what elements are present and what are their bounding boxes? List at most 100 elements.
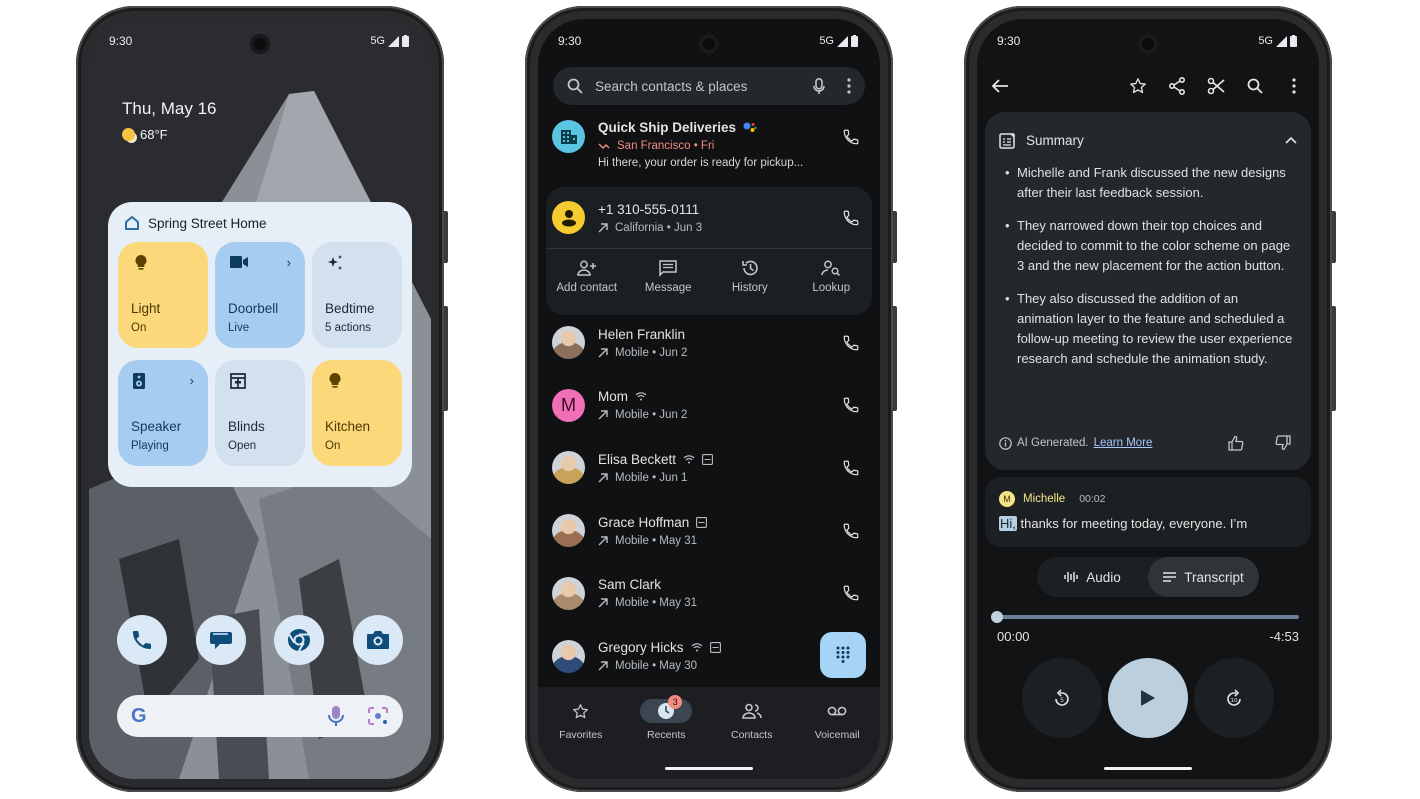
summary-header[interactable]: Summary [999,128,1297,152]
chevron-up-icon[interactable] [1285,136,1297,144]
tile-status: Live [228,322,250,334]
transcript-text[interactable]: Hi, thanks for meeting today, everyone. … [999,516,1297,531]
gesture-bar[interactable] [1104,767,1192,770]
battery-icon [1290,35,1297,47]
favorite-button[interactable] [1127,75,1149,97]
device-tile-doorbell[interactable]: › Doorbell Live [215,242,305,348]
action-label: Add contact [556,282,618,294]
call-log-item[interactable]: Gregory Hicks Mobile • May 30 [552,639,808,673]
contact-initial-avatar: M [552,388,585,422]
call-log-item[interactable]: Sam Clark Mobile • May 31 [552,576,866,610]
edit-cut-button[interactable] [1205,75,1227,97]
call-meta: Mobile • May 31 [615,534,698,547]
call-log-item[interactable]: M Mom Mobile • Jun 2 [552,388,866,422]
device-tile-bedtime[interactable]: Bedtime 5 actions [312,242,402,348]
summary-icon [999,132,1016,149]
chevron-right-icon[interactable]: › [287,255,291,270]
contact-search-bar[interactable]: Search contacts & places [553,67,865,105]
chevron-right-icon[interactable]: › [190,373,194,388]
sparkle-icon [326,254,344,272]
dialpad-button[interactable] [820,632,866,678]
action-lookup[interactable]: Lookup [791,259,871,294]
call-icon[interactable] [842,522,860,540]
device-tile-light[interactable]: Light On [118,242,208,348]
back-arrow-icon[interactable] [991,78,1009,94]
search-button[interactable] [1244,75,1266,97]
star-icon [572,703,589,720]
date-widget[interactable]: Thu, May 16 [122,99,217,119]
call-icon[interactable] [842,459,860,477]
outgoing-call-icon [598,473,608,483]
device-tile-kitchen[interactable]: Kitchen On [312,360,402,466]
contacts-icon [741,703,762,719]
home-control-widget: Spring Street Home Light On › Doorbell Live B… [108,202,412,487]
microphone-icon[interactable] [813,77,825,95]
messages-app[interactable] [195,615,246,665]
nav-favorites[interactable]: Favorites [546,699,616,741]
tile-label: Light [131,301,161,316]
microphone-icon[interactable] [327,705,345,727]
device-tile-blinds[interactable]: Blinds Open [215,360,305,466]
forward-button[interactable]: 10 [1194,658,1274,738]
thumbs-up-icon[interactable] [1228,435,1244,451]
playback-scrubber[interactable] [991,611,1299,623]
call-icon[interactable] [842,334,860,352]
action-history[interactable]: History [710,259,790,294]
phone-home-screen: 9:30 5G Thu, May 16 68°F Spring Street H… [76,6,448,792]
widget-header[interactable]: Spring Street Home [124,214,402,232]
call-icon[interactable] [842,396,860,414]
call-log-item[interactable]: Elisa Beckett Mobile • Jun 1 [552,451,866,485]
learn-more-link[interactable]: Learn More [1094,437,1153,449]
scrubber-handle[interactable] [991,611,1003,623]
phone-app[interactable] [117,615,167,665]
call-log-item[interactable]: Grace Hoffman Mobile • May 31 [552,514,866,548]
call-icon[interactable] [842,128,860,146]
google-search-bar[interactable]: G [117,695,403,737]
partly-sunny-icon [122,128,135,141]
rewind-button[interactable]: 5 [1022,658,1102,738]
volume-button [893,306,897,411]
more-options-button[interactable] [1283,75,1305,97]
call-icon[interactable] [842,584,860,602]
business-icon [560,129,577,144]
call-log-item-unknown[interactable]: +1 310-555-0111 California • Jun 3 [552,201,866,234]
bullet-dot: • [1005,218,1010,233]
missed-call-icon [598,143,610,150]
contact-name: Quick Ship Deliveries [598,120,737,135]
bullet-dot: • [1005,291,1010,306]
nav-voicemail[interactable]: Voicemail [802,699,872,741]
outgoing-call-icon [598,222,608,232]
lens-icon[interactable] [367,706,389,726]
bottom-navigation: Favorites 3 Recents Contacts Voicemail [538,687,880,779]
call-log-item[interactable]: Helen Franklin Mobile • Jun 2 [552,326,866,359]
gesture-bar[interactable] [665,767,753,770]
nav-contacts[interactable]: Contacts [717,699,787,741]
contact-name: Grace Hoffman [598,514,690,530]
remaining-time: -4:53 [1269,629,1299,644]
assistant-icon [743,122,757,132]
scissors-icon [1207,77,1225,95]
phone-number: +1 310-555-0111 [598,201,700,217]
tab-audio[interactable]: Audio [1037,557,1148,597]
call-icon[interactable] [842,209,860,227]
nav-indicator: 3 [640,695,693,723]
tab-transcript[interactable]: Transcript [1148,557,1259,597]
speaker-name: Michelle [1023,493,1066,505]
action-add-contact[interactable]: Add contact [547,259,627,294]
nav-recents[interactable]: 3 Recents [631,695,701,741]
tile-status: On [131,322,147,334]
thumbs-down-icon[interactable] [1275,435,1291,451]
signal-icon [388,35,399,47]
camera-app[interactable] [352,615,403,665]
weather-widget[interactable]: 68°F [122,127,168,142]
tab-label: Audio [1086,569,1121,585]
more-options-icon[interactable] [847,78,851,94]
call-log-item-business[interactable]: Quick Ship Deliveries San Francisco • Fr… [552,120,866,169]
action-message[interactable]: Message [628,259,708,294]
chrome-app[interactable] [274,615,325,665]
play-button[interactable] [1108,658,1188,738]
bullet-text: They narrowed down their top choices and… [1017,218,1291,273]
widget-title: Spring Street Home [148,215,267,231]
share-button[interactable] [1166,75,1188,97]
device-tile-speaker[interactable]: › Speaker Playing [118,360,208,466]
